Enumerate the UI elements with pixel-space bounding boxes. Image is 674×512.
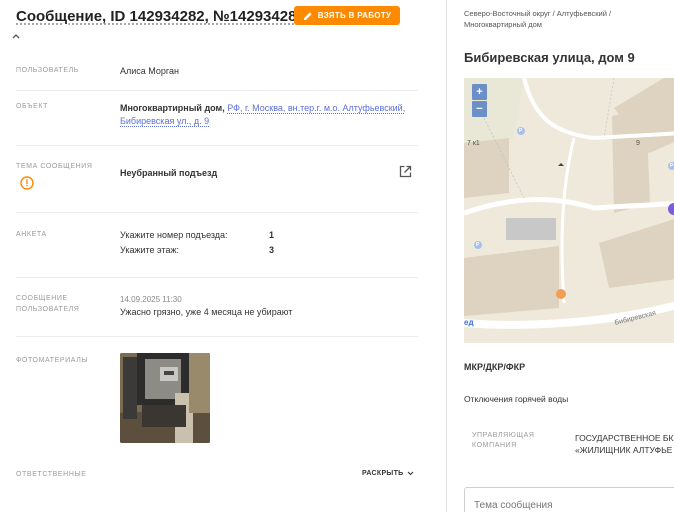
topic-value: Неубранный подъезд [120, 168, 218, 178]
breadcrumb: Северо-Восточный округ / Алтуфьевский / … [464, 8, 674, 30]
message-text: Ужасно грязно, уже 4 месяца не убирают [120, 307, 293, 317]
expand-label: РАСКРЫТЬ [362, 470, 404, 477]
mgmt-label: УПРАВЛЯЮЩАЯ КОМПАНИЯ [472, 431, 535, 451]
mkr-label: МКР/ДКР/ФКР [464, 362, 526, 372]
map-label-9: 9 [636, 140, 640, 147]
expand-button[interactable]: РАСКРЫТЬ [362, 470, 414, 477]
map-edge-label: ед [464, 318, 474, 327]
map-canvas [464, 78, 674, 343]
message-panel: Сообщение, ID 142934282, №142934282 ВЗЯТ… [0, 0, 446, 512]
external-link-icon[interactable] [399, 165, 412, 178]
zoom-out-button[interactable]: − [472, 101, 487, 117]
subject-input[interactable]: Тема сообщения [464, 487, 674, 512]
mgmt-label-line1: УПРАВЛЯЮЩАЯ [472, 432, 535, 439]
mgmt-label-line2: КОМПАНИЯ [472, 442, 517, 449]
page-title: Сообщение, ID 142934282, №142934282 [16, 8, 305, 25]
object-title: Бибиревская улица, дом 9 [464, 50, 635, 65]
warning-icon [20, 176, 34, 190]
map-parking-1: P [519, 128, 523, 134]
photos-label: ФОТОМАТЕРИАЛЫ [16, 357, 89, 364]
map-label-7k1: 7 к1 [467, 140, 480, 147]
mgmt-value-line2: «ЖИЛИЩНИК АЛТУФЬЕ [575, 445, 673, 455]
message-label: СООБЩЕНИЕ ПОЛЬЗОВАТЕЛЯ [16, 293, 79, 315]
breadcrumb-line1[interactable]: Северо-Восточный округ / Алтуфьевский / [464, 9, 611, 18]
user-value: Алиса Морган [120, 66, 179, 76]
object-label: ОБЪЕКТ [16, 103, 48, 110]
object-type: Многоквартирный дом, [120, 103, 225, 113]
chevron-down-icon [407, 471, 413, 476]
map[interactable]: + − 7 к1 9 P P P ед Бибиревская [464, 78, 674, 343]
breadcrumb-line2[interactable]: Многоквартирный дом [464, 20, 542, 29]
divider [16, 212, 418, 213]
chevron-up-icon[interactable] [10, 30, 22, 42]
mgmt-value-line1: ГОСУДАРСТВЕННОЕ БК [575, 433, 674, 443]
survey-answer-2: 3 [269, 245, 275, 255]
message-label-line1: СООБЩЕНИЕ [16, 295, 68, 302]
map-parking-2: P [476, 242, 480, 248]
survey-question-2: Укажите этаж: [120, 245, 179, 255]
message-date: 14.09.2025 11:30 [120, 295, 182, 304]
hot-water-label: Отключения горячей воды [464, 394, 569, 404]
zoom-in-button[interactable]: + [472, 84, 487, 100]
survey-answer-1: 1 [269, 230, 275, 240]
survey-label: АНКЕТА [16, 231, 47, 238]
pencil-icon [303, 11, 312, 20]
take-to-work-label: ВЗЯТЬ В РАБОТУ [317, 11, 392, 20]
divider [16, 145, 418, 146]
object-panel: Северо-Восточный округ / Алтуфьевский / … [447, 0, 674, 512]
responsible-label: ОТВЕТСТВЕННЫЕ [16, 471, 87, 478]
survey-question-1: Укажите номер подъезда: [120, 230, 228, 240]
object-address-line2[interactable]: Бибиревская ул., д. 9 [120, 116, 209, 126]
message-label-line2: ПОЛЬЗОВАТЕЛЯ [16, 306, 80, 313]
map-zoom-controls: + − [472, 84, 487, 117]
take-to-work-button[interactable]: ВЗЯТЬ В РАБОТУ [294, 6, 400, 25]
map-parking-3: P [670, 163, 674, 169]
mgmt-value: ГОСУДАРСТВЕННОЕ БК «ЖИЛИЩНИК АЛТУФЬЕ [575, 432, 673, 456]
divider [16, 336, 418, 337]
divider [16, 277, 418, 278]
divider [16, 90, 418, 91]
photo-thumbnail[interactable] [120, 353, 210, 443]
user-label: ПОЛЬЗОВАТЕЛЬ [16, 67, 79, 74]
object-address-line1[interactable]: РФ, г. Москва, вн.тер.г. м.о. Алтуфьевск… [227, 103, 405, 113]
object-value: Многоквартирный дом, РФ, г. Москва, вн.т… [120, 102, 405, 128]
photo-image [120, 353, 210, 443]
topic-label: ТЕМА СООБЩЕНИЯ [16, 163, 93, 170]
